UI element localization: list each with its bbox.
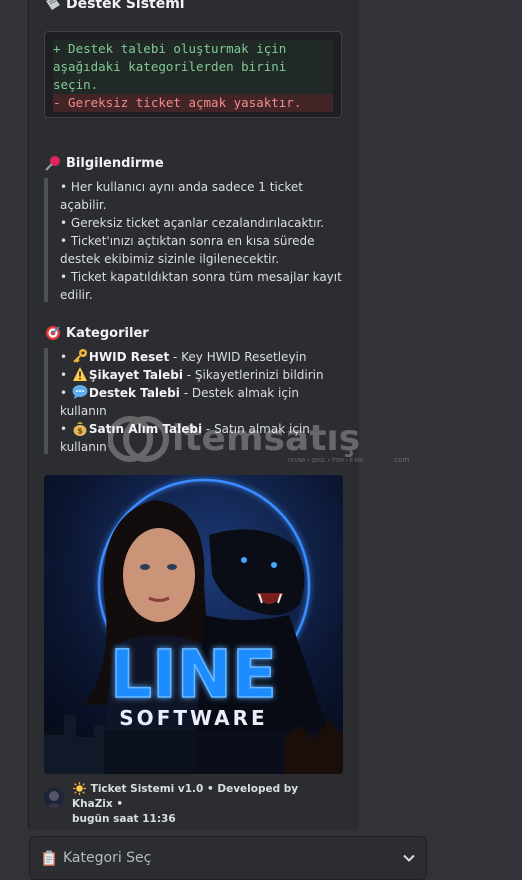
- ticket-icon: [46, 0, 60, 10]
- money-bag-icon: $: [73, 422, 87, 436]
- info-line: • Gereksiz ticket açanlar cezalandırılac…: [60, 216, 325, 230]
- categories-heading-text: Kategoriler: [66, 325, 149, 341]
- banner-title: LINE: [110, 636, 277, 713]
- category-item: • $ Satın Alım Talebi - Satın almak için…: [60, 422, 310, 454]
- target-icon: [46, 326, 60, 340]
- speech-bubble-icon: [72, 385, 88, 399]
- banner-image[interactable]: LINE SOFTWARE: [44, 475, 343, 774]
- info-heading-text: Bilgilendirme: [66, 155, 164, 171]
- chevron-down-icon[interactable]: [402, 851, 416, 865]
- banner-art: LINE SOFTWARE: [44, 475, 343, 774]
- diff-code-block: + Destek talebi oluşturmak için aşağıdak…: [44, 31, 342, 118]
- category-name: Destek Talebi: [88, 386, 180, 400]
- title-text: Destek Sistemi: [66, 0, 185, 12]
- category-name: Şikayet Talebi: [88, 368, 183, 382]
- key-icon: [73, 349, 87, 363]
- category-item: • Şikayet Talebi - Şikayetlerinizi bildi…: [60, 367, 324, 382]
- categories-heading: Kategoriler: [44, 325, 149, 341]
- category-name: Satın Alım Talebi: [88, 422, 203, 436]
- footer-text: Ticket Sistemi v1.0 • Developed by KhaZi…: [72, 783, 299, 810]
- info-heading: Bilgilendirme: [44, 155, 164, 171]
- category-item: • HWID Reset - Key HWID Resetleyin: [60, 349, 307, 364]
- info-line: • Ticket'ınızı açtıktan sonra en kısa sü…: [60, 234, 315, 266]
- diff-add-line: seçin.: [53, 76, 333, 94]
- sun-icon: [73, 782, 86, 795]
- info-blockquote: • Her kullanıcı aynı anda sadece 1 ticke…: [44, 178, 345, 302]
- info-line: • Her kullanıcı aynı anda sadece 1 ticke…: [60, 180, 303, 212]
- select-placeholder: Kategori Seç: [63, 850, 152, 866]
- category-item: • Destek Talebi - Destek almak için kull…: [60, 385, 299, 418]
- clipboard-icon: [43, 850, 55, 866]
- categories-blockquote: • HWID Reset - Key HWID Resetleyin • Şik…: [44, 348, 345, 454]
- watermark-suffix: .com: [392, 456, 409, 464]
- footer-timestamp: bugün saat 11:36: [72, 813, 176, 825]
- pushpin-icon: [45, 156, 60, 171]
- svg-text:$: $: [77, 427, 83, 436]
- warning-icon: [72, 367, 87, 381]
- banner-subtitle: SOFTWARE: [119, 706, 267, 730]
- diff-add-line: + Destek talebi oluşturmak için: [53, 40, 333, 58]
- category-desc: - Şikayetlerinizi bildirin: [182, 368, 324, 382]
- category-select[interactable]: Kategori Seç: [29, 836, 427, 880]
- diff-add-line: aşağıdaki kategorilerden birini: [53, 58, 333, 76]
- woman-face: [123, 528, 195, 622]
- info-line: • Ticket kapatıldıktan sonra tüm mesajla…: [60, 270, 342, 302]
- diff-remove-line: - Gereksiz ticket açmak yasaktır.: [53, 94, 333, 112]
- footer-avatar: [44, 788, 64, 808]
- category-desc: - Key HWID Resetleyin: [169, 350, 307, 364]
- category-name: HWID Reset: [88, 350, 170, 364]
- embed-title: Destek Sistemi: [44, 0, 185, 12]
